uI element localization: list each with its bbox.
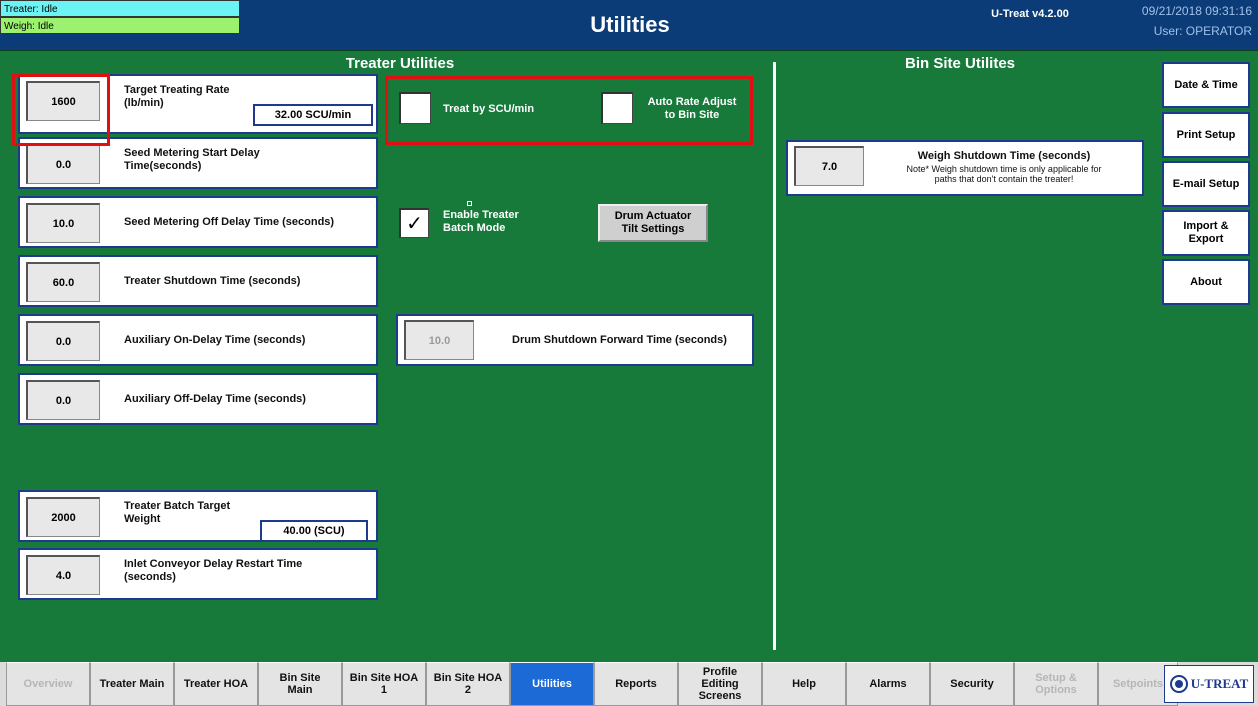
treater-utilities-title: Treater Utilities <box>345 55 455 72</box>
setting-label: Inlet Conveyor Delay Restart Time (secon… <box>124 558 303 583</box>
weigh-shutdown-input[interactable]: 7.0 <box>794 146 864 186</box>
logo-mark-icon <box>1169 675 1188 693</box>
tab-bin-site-main[interactable]: Bin Site Main <box>258 662 342 706</box>
setting-label: Seed Metering Start Delay Time(seconds) <box>124 147 260 172</box>
drum-shutdown-input[interactable]: 10.0 <box>404 320 474 360</box>
treater-status: Treater: Idle <box>0 0 240 17</box>
weigh-status: Weigh: Idle <box>0 17 240 34</box>
tab-reports[interactable]: Reports <box>594 662 678 706</box>
highlight-box-target-rate <box>12 74 110 146</box>
tab-help[interactable]: Help <box>762 662 846 706</box>
auto-rate-label: Auto Rate Adjust to Bin Site <box>647 96 737 121</box>
date-time-button[interactable]: Date & Time <box>1162 62 1250 108</box>
tab-setup-options[interactable]: Setup & Options <box>1014 662 1098 706</box>
setting-value-input[interactable]: 0.0 <box>26 321 100 361</box>
treat-by-scu-label: Treat by SCU/min <box>443 103 535 115</box>
tab-treater-hoa[interactable]: Treater HOA <box>174 662 258 706</box>
treat-by-scu-checkbox[interactable] <box>399 92 431 124</box>
enable-batch-label: Enable Treater Batch Mode <box>443 209 519 234</box>
tab-treater-main[interactable]: Treater Main <box>90 662 174 706</box>
tab-security[interactable]: Security <box>930 662 1014 706</box>
setting-value-input[interactable]: 60.0 <box>26 262 100 302</box>
setting-label: Treater Shutdown Time (seconds) <box>124 275 301 287</box>
drum-actuator-button[interactable]: Drum Actuator Tilt Settings <box>598 204 708 242</box>
datetime-label: 09/21/2018 09:31:16 <box>1141 4 1252 18</box>
check-icon: ✓ <box>406 213 423 235</box>
about-button[interactable]: About <box>1162 259 1250 305</box>
print-setup-button[interactable]: Print Setup <box>1162 112 1250 158</box>
section-divider <box>773 62 776 650</box>
tab-bin-site-hoa-2[interactable]: Bin Site HOA 2 <box>426 662 510 706</box>
setting-value-input[interactable]: 2000 <box>26 497 100 537</box>
tab-alarms[interactable]: Alarms <box>846 662 930 706</box>
batch-indicator <box>467 201 472 206</box>
auto-rate-checkbox[interactable] <box>601 92 633 124</box>
setting-value-input[interactable]: 0.0 <box>26 144 100 184</box>
setting-value-input[interactable]: 10.0 <box>26 203 100 243</box>
email-setup-button[interactable]: E-mail Setup <box>1162 161 1250 207</box>
bin-site-utilities-title: Bin Site Utilites <box>904 55 1016 72</box>
tab-profile-editing-screens[interactable]: Profile Editing Screens <box>678 662 762 706</box>
logo-text: U-TREAT <box>1190 676 1249 691</box>
tab-overview[interactable]: Overview <box>6 662 90 706</box>
drum-shutdown-label: Drum Shutdown Forward Time (seconds) <box>512 334 727 346</box>
setting-label: Seed Metering Off Delay Time (seconds) <box>124 216 335 228</box>
setting-value-input[interactable]: 0.0 <box>26 380 100 420</box>
tab-utilities[interactable]: Utilities <box>510 662 594 706</box>
setting-label: Auxiliary Off-Delay Time (seconds) <box>124 393 306 405</box>
scu-display: 40.00 (SCU) <box>260 520 368 542</box>
enable-batch-checkbox[interactable]: ✓ <box>399 208 429 238</box>
user-label: User: OPERATOR <box>1153 24 1252 38</box>
setting-value-input[interactable]: 4.0 <box>26 555 100 595</box>
setting-label: Auxiliary On-Delay Time (seconds) <box>124 334 306 346</box>
import-export-button[interactable]: Import & Export <box>1162 210 1250 256</box>
page-title: Utilities <box>590 12 670 37</box>
weigh-shutdown-label: Weigh Shutdown Time (seconds) <box>917 150 1091 162</box>
scu-display: 32.00 SCU/min <box>253 104 373 126</box>
u-treat-logo: U-TREAT <box>1164 665 1254 703</box>
version-label: U-Treat v4.2.00 <box>991 8 1069 20</box>
tab-bin-site-hoa-1[interactable]: Bin Site HOA 1 <box>342 662 426 706</box>
weigh-shutdown-note: Note* Weigh shutdown time is only applic… <box>906 164 1102 184</box>
